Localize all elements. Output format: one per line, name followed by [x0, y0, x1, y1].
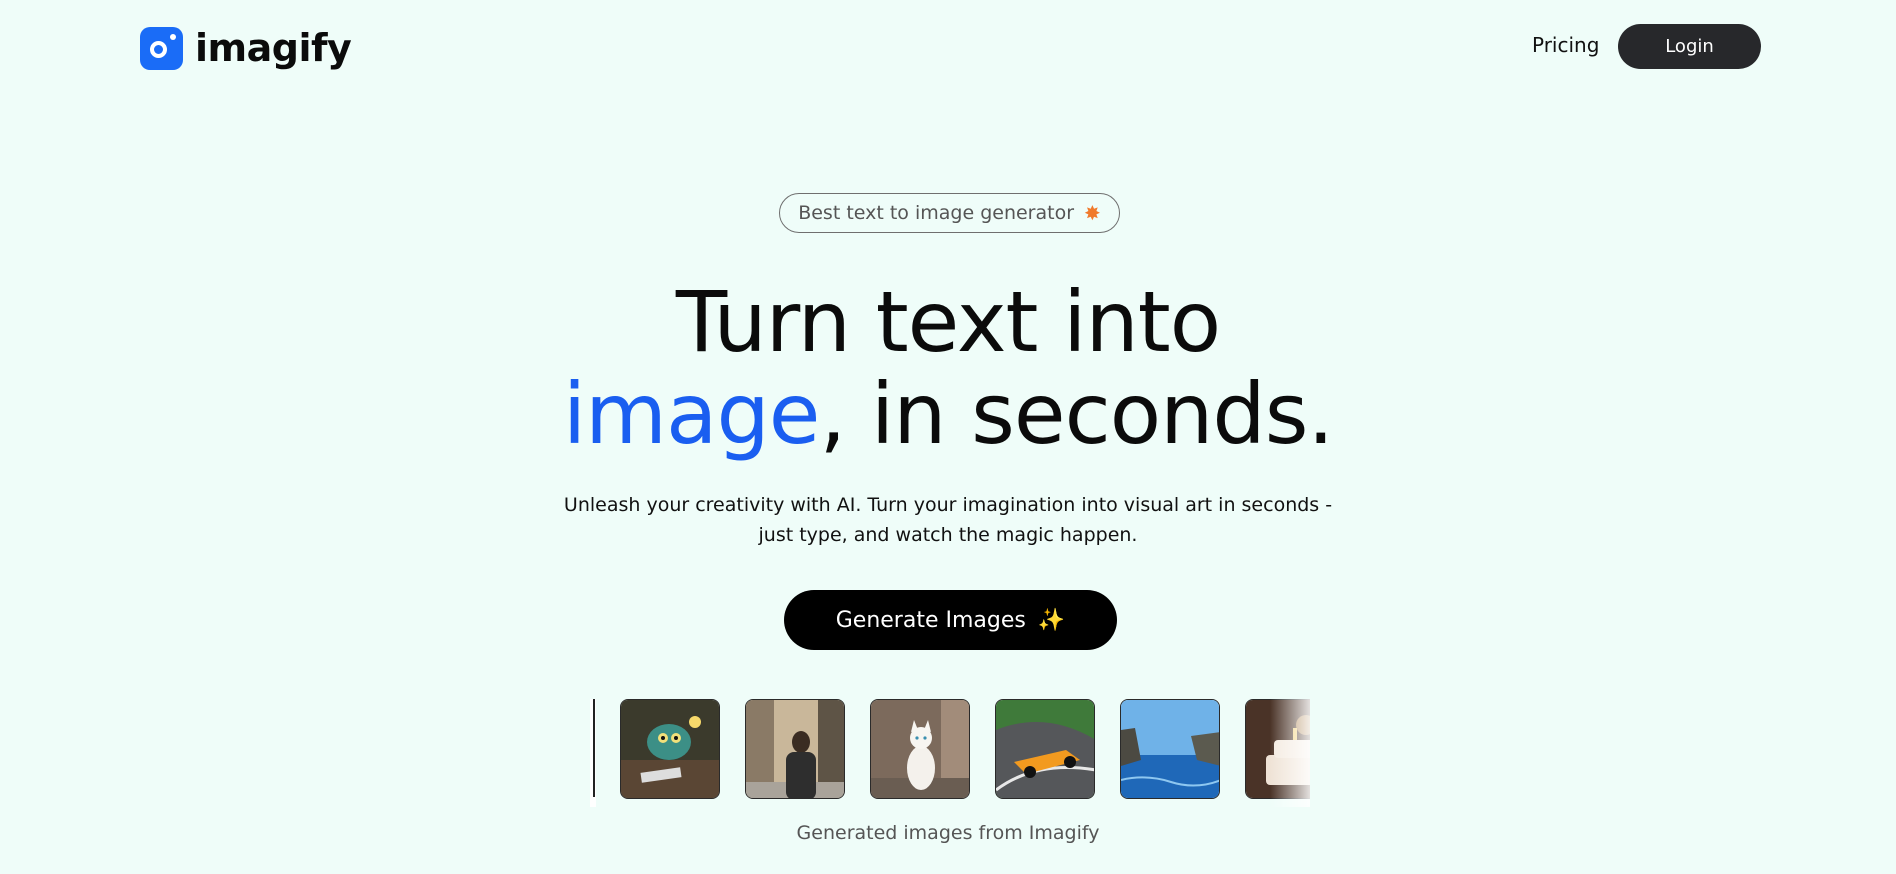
brand-logo[interactable]: imagify: [140, 26, 352, 70]
white-cat-image: [870, 699, 970, 799]
sparkles-icon: ✨: [1037, 607, 1066, 633]
hero-title-line-2: image, in seconds.: [0, 372, 1896, 456]
nav-pricing-link[interactable]: Pricing: [1532, 33, 1599, 57]
strip-fade: [1270, 699, 1310, 807]
login-button[interactable]: Login: [1618, 24, 1761, 69]
sea-coast-image: [1120, 699, 1220, 799]
man-in-street-image: [745, 699, 845, 799]
hero-title-accent: image: [562, 365, 821, 463]
gallery-caption: Generated images from Imagify: [796, 822, 1100, 844]
generate-images-label: Generate Images: [835, 607, 1026, 633]
hero-title-rest: , in seconds.: [819, 365, 1334, 463]
badge-label: Best text to image generator: [798, 202, 1075, 224]
imagify-logo-icon: [140, 26, 183, 70]
hero-title-line-1: Turn text into: [675, 273, 1221, 371]
hero-badge: Best text to image generator ✸: [779, 193, 1120, 233]
strip-edge-line: [593, 699, 595, 797]
monster-at-desk-image: [620, 699, 720, 799]
generated-images-strip: [590, 699, 1310, 807]
race-car-image: [995, 699, 1095, 799]
brand-name: imagify: [195, 26, 352, 70]
generate-images-button[interactable]: Generate Images ✨: [784, 590, 1117, 650]
hero-subtitle: Unleash your creativity with AI. Turn yo…: [563, 494, 1333, 546]
star-icon: ✸: [1084, 201, 1101, 225]
